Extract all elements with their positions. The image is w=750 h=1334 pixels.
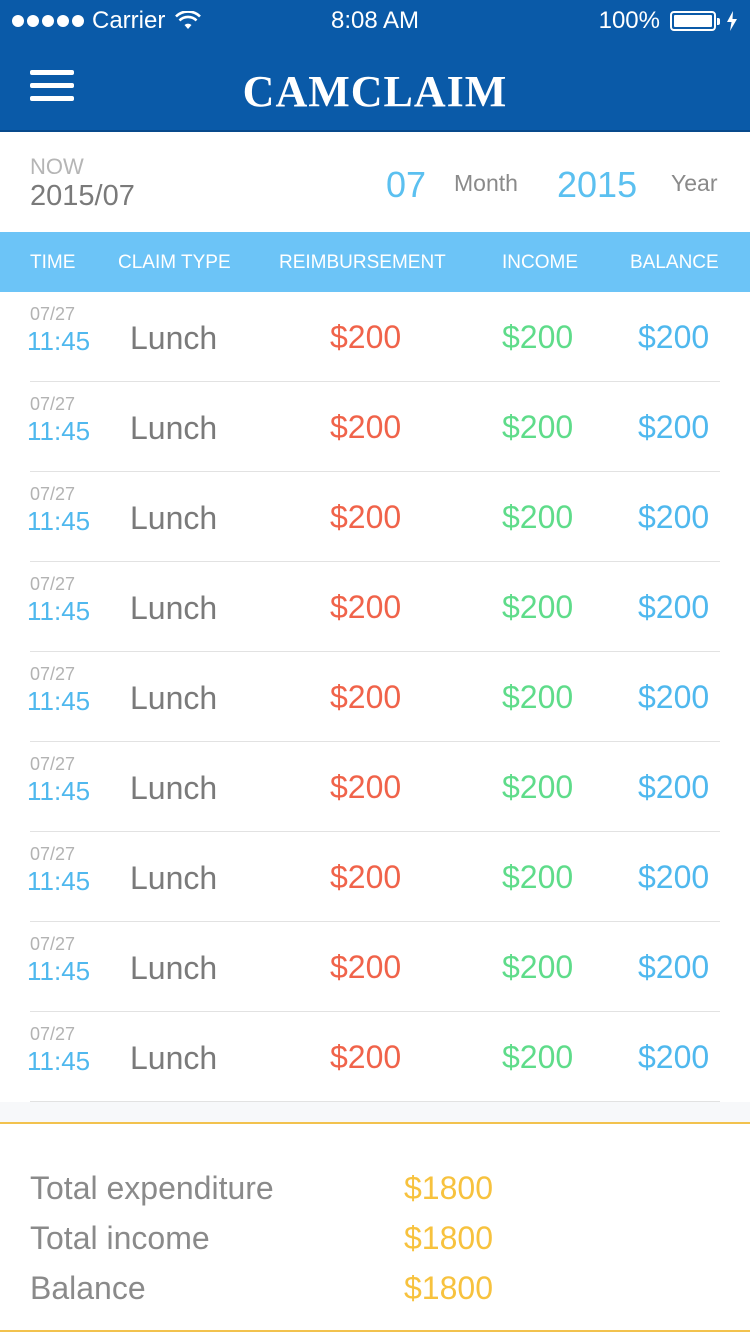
row-reimbursement: $200 — [330, 769, 402, 805]
column-header-income: INCOME — [502, 252, 578, 273]
row-date: 07/27 — [30, 394, 76, 414]
row-date: 07/27 — [30, 754, 76, 774]
row-time: 11:45 — [27, 956, 91, 986]
charging-bolt-icon — [727, 11, 737, 31]
bottom-divider — [0, 1330, 750, 1332]
row-income: $200 — [502, 679, 574, 715]
row-income: $200 — [502, 949, 574, 985]
row-reimbursement: $200 — [330, 319, 402, 355]
row-time: 11:45 — [27, 506, 91, 536]
total-income-value: $1800 — [404, 1220, 493, 1256]
table-row[interactable]: 07/27 11:45 Lunch $200 $200 $200 — [0, 652, 750, 742]
status-right: 100% — [599, 7, 738, 35]
row-time: 11:45 — [27, 776, 91, 806]
row-income: $200 — [502, 319, 574, 355]
row-reimbursement: $200 — [330, 589, 402, 625]
row-balance: $200 — [638, 679, 710, 715]
row-balance: $200 — [638, 859, 710, 895]
row-time: 11:45 — [27, 686, 91, 716]
column-header-balance: BALANCE — [630, 252, 719, 273]
battery-icon — [670, 11, 720, 31]
table-row[interactable]: 07/27 11:45 Lunch $200 $200 $200 — [0, 922, 750, 1012]
row-time: 11:45 — [27, 1046, 91, 1076]
status-bar: Carrier 8:08 AM 100% — [0, 0, 750, 42]
row-reimbursement: $200 — [330, 409, 402, 445]
column-header-reimbursement: REIMBURSEMENT — [279, 252, 446, 273]
row-claim-type: Lunch — [130, 500, 218, 536]
row-claim-type: Lunch — [130, 770, 218, 806]
row-income: $200 — [502, 589, 574, 625]
row-reimbursement: $200 — [330, 499, 402, 535]
claims-list: 07/27 11:45 Lunch $200 $200 $200 07/27 1… — [0, 292, 750, 1102]
row-date: 07/27 — [30, 1024, 76, 1044]
summary-row-balance: Balance $1800 — [0, 1270, 750, 1320]
date-header: NOW 2015/07 07 Month 2015 Year — [0, 132, 750, 232]
app-logo: CAMCLAIM — [242, 67, 508, 116]
table-row[interactable]: 07/27 11:45 Lunch $200 $200 $200 — [0, 742, 750, 832]
month-selector[interactable]: 07 — [386, 164, 426, 206]
column-header-time: TIME — [30, 252, 76, 273]
month-label: Month — [454, 170, 518, 196]
row-claim-type: Lunch — [130, 320, 218, 356]
table-row[interactable]: 07/27 11:45 Lunch $200 $200 $200 — [0, 832, 750, 922]
summary-panel: Total expenditure $1800 Total income $18… — [0, 1122, 750, 1334]
row-balance: $200 — [638, 499, 710, 535]
total-expenditure-label: Total expenditure — [30, 1170, 274, 1206]
table-row[interactable]: 07/27 11:45 Lunch $200 $200 $200 — [0, 472, 750, 562]
total-expenditure-value: $1800 — [404, 1170, 493, 1206]
row-date: 07/27 — [30, 664, 76, 684]
row-claim-type: Lunch — [130, 860, 218, 896]
row-time: 11:45 — [27, 866, 91, 896]
row-balance: $200 — [638, 589, 710, 625]
row-balance: $200 — [638, 949, 710, 985]
row-date: 07/27 — [30, 484, 76, 504]
battery-percent: 100% — [598, 7, 660, 34]
balance-label: Balance — [30, 1270, 146, 1306]
row-income: $200 — [502, 859, 574, 895]
row-income: $200 — [502, 409, 574, 445]
row-income: $200 — [502, 1039, 574, 1075]
row-income: $200 — [502, 499, 574, 535]
row-reimbursement: $200 — [330, 679, 402, 715]
row-date: 07/27 — [30, 574, 76, 594]
row-date: 07/27 — [30, 304, 76, 324]
row-time: 11:45 — [27, 416, 91, 446]
row-balance: $200 — [638, 409, 710, 445]
row-time: 11:45 — [27, 326, 91, 356]
row-time: 11:45 — [27, 596, 91, 626]
table-row[interactable]: 07/27 11:45 Lunch $200 $200 $200 — [0, 562, 750, 652]
row-claim-type: Lunch — [130, 680, 218, 716]
row-balance: $200 — [638, 1039, 710, 1075]
summary-row-income: Total income $1800 — [0, 1220, 750, 1270]
row-claim-type: Lunch — [130, 1040, 218, 1076]
now-value: 2015/07 — [30, 180, 135, 212]
summary-row-expenditure: Total expenditure $1800 — [0, 1170, 750, 1220]
total-income-label: Total income — [30, 1220, 210, 1256]
year-label: Year — [671, 170, 718, 196]
row-reimbursement: $200 — [330, 859, 402, 895]
row-date: 07/27 — [30, 844, 76, 864]
table-header: TIME CLAIM TYPE REIMBURSEMENT INCOME BAL… — [0, 232, 750, 292]
balance-value: $1800 — [404, 1270, 493, 1306]
row-date: 07/27 — [30, 934, 76, 954]
table-row[interactable]: 07/27 11:45 Lunch $200 $200 $200 — [0, 382, 750, 472]
row-balance: $200 — [638, 319, 710, 355]
nav-bar: CAMCLAIM — [0, 42, 750, 132]
row-claim-type: Lunch — [130, 590, 218, 626]
table-row[interactable]: 07/27 11:45 Lunch $200 $200 $200 — [0, 292, 750, 382]
row-balance: $200 — [638, 769, 710, 805]
year-selector[interactable]: 2015 — [557, 164, 637, 206]
row-reimbursement: $200 — [330, 949, 402, 985]
row-income: $200 — [502, 769, 574, 805]
row-claim-type: Lunch — [130, 950, 218, 986]
column-header-claim-type: CLAIM TYPE — [118, 252, 231, 273]
row-claim-type: Lunch — [130, 410, 218, 446]
row-reimbursement: $200 — [330, 1039, 402, 1075]
now-label: NOW — [30, 154, 84, 179]
summary-spacer — [0, 1102, 750, 1122]
table-row[interactable]: 07/27 11:45 Lunch $200 $200 $200 — [0, 1012, 750, 1102]
